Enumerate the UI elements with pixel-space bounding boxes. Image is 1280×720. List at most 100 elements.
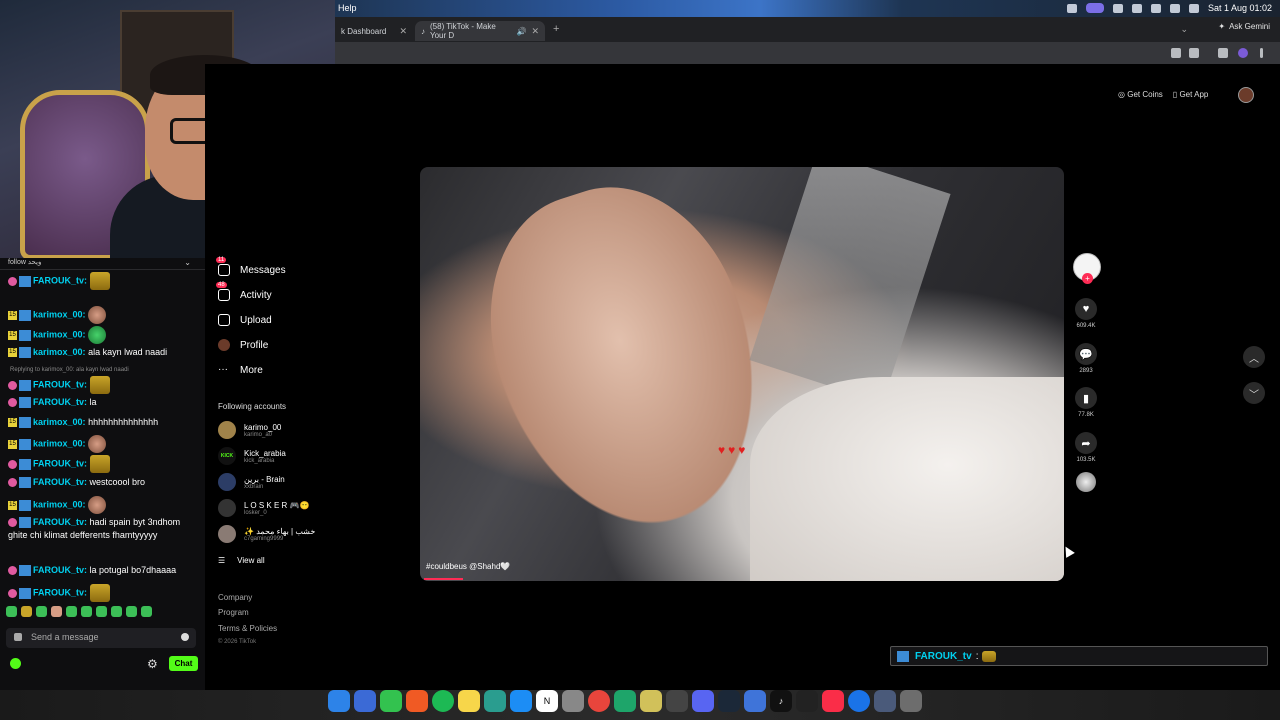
kick-icon[interactable]: [10, 658, 21, 669]
profile-avatar[interactable]: [1238, 87, 1254, 103]
chrome-icon[interactable]: [588, 690, 610, 712]
reply-context: Replying to karimox_00: ala kayn lwad na…: [10, 367, 129, 373]
comment-button[interactable]: 💬 2893: [1074, 343, 1098, 374]
finder-icon[interactable]: [328, 690, 350, 712]
help-menu[interactable]: Help: [338, 3, 357, 13]
chat-message: 15 karimox_00: hhhhhhhhhhhhhh: [8, 417, 159, 429]
close-tab-icon[interactable]: ✕: [399, 26, 407, 37]
share-button[interactable]: ➦ 103.5K: [1074, 432, 1098, 463]
trash-icon[interactable]: [900, 690, 922, 712]
follow-plus-icon[interactable]: +: [1082, 273, 1093, 284]
footer-link[interactable]: Company: [218, 593, 252, 602]
capcut-icon[interactable]: [796, 690, 818, 712]
tiktok-app-icon[interactable]: ♪: [770, 690, 792, 712]
tab-dashboard[interactable]: k Dashboard ✕: [335, 21, 413, 41]
footer-link[interactable]: Terms & Policies: [218, 624, 277, 633]
footer-link[interactable]: Program: [218, 608, 249, 617]
brave-icon[interactable]: [406, 690, 428, 712]
chat-button[interactable]: Chat: [169, 656, 198, 671]
previous-video-button[interactable]: ︿: [1243, 346, 1265, 368]
davinci-icon[interactable]: [874, 690, 896, 712]
audio-icon[interactable]: 🔊: [516, 27, 526, 36]
get-app-button[interactable]: ▯ Get App: [1173, 90, 1209, 99]
chat-message: FAROUK_tv:: [8, 272, 198, 290]
sidebar-item-upload[interactable]: Upload: [218, 314, 272, 326]
video-player[interactable]: ♥♥♥ #couldbeus @Shahd🤍: [420, 167, 1064, 581]
chat-message: 15 karimox_00:: [8, 306, 198, 324]
dock: N ♪: [0, 690, 1280, 720]
notion-icon[interactable]: N: [536, 690, 558, 712]
comment-icon: 💬: [1075, 343, 1097, 365]
archive-icon[interactable]: [640, 690, 662, 712]
search-icon[interactable]: [1169, 3, 1180, 13]
music-app-icon[interactable]: [822, 690, 844, 712]
system-settings-icon[interactable]: [562, 690, 584, 712]
chevron-down-icon[interactable]: ⌄: [184, 258, 191, 267]
tab-list-icon[interactable]: ⌄: [1180, 24, 1188, 35]
video-progress[interactable]: [424, 578, 463, 580]
bookmark-star-icon[interactable]: [1189, 48, 1199, 58]
profile-icon[interactable]: [1238, 48, 1248, 58]
following-account[interactable]: karimo_00 karimo_a0: [218, 421, 281, 439]
save-button[interactable]: ▮ 77.8K: [1074, 387, 1098, 418]
following-heading: Following accounts: [218, 402, 287, 411]
avatar: [218, 473, 236, 491]
next-video-button[interactable]: ﹀: [1243, 382, 1265, 404]
chat-message: 15 karimox_00:: [8, 326, 198, 344]
gear-icon[interactable]: ⚙: [147, 657, 158, 671]
emoji-icon[interactable]: [181, 633, 189, 641]
header-actions: ◎ Get Coins ▯ Get App: [1118, 86, 1208, 102]
messages-app-icon[interactable]: [380, 690, 402, 712]
notes-icon[interactable]: [458, 690, 480, 712]
following-account[interactable]: L O S K E R 🎮😶 losker_0: [218, 499, 309, 517]
chatgpt-icon[interactable]: [666, 690, 688, 712]
ask-gemini-button[interactable]: ✦ Ask Gemini: [1218, 22, 1270, 31]
chat-message: 15 karimox_00:: [8, 496, 198, 514]
sidebar-item-profile[interactable]: Profile: [218, 339, 268, 351]
tab-tiktok[interactable]: ♪ (58) TikTok - Make Your D 🔊 ✕: [415, 21, 545, 41]
sidebar-item-more[interactable]: ··· More: [218, 364, 263, 376]
emote-bar[interactable]: [6, 606, 152, 617]
creator-avatar[interactable]: +: [1073, 253, 1101, 284]
like-button[interactable]: ♥ 609.4K: [1074, 298, 1098, 329]
messages-icon: 11: [216, 257, 230, 276]
more-menu-icon[interactable]: [1260, 48, 1263, 58]
list-icon: ☰: [218, 556, 226, 565]
chat-message: FAROUK_tv:: [8, 376, 198, 394]
new-tab-icon[interactable]: +: [553, 23, 559, 35]
video-caption[interactable]: #couldbeus @Shahd🤍: [426, 562, 510, 571]
view-all-link[interactable]: ☰ View all: [218, 556, 265, 565]
sidebar-item-activity[interactable]: 48 Activity: [216, 282, 272, 301]
following-account[interactable]: KICK Kick_arabia kick_arabia: [218, 447, 286, 465]
following-account[interactable]: ✨ خشب | بهاء محمد c7gaming9999: [218, 525, 315, 543]
sidebar-item-messages[interactable]: 11 Messages: [216, 257, 286, 276]
safari-icon[interactable]: [848, 690, 870, 712]
emote-icon: [88, 326, 107, 344]
control-center-icon[interactable]: [1188, 3, 1199, 13]
get-coins-button[interactable]: ◎ Get Coins: [1118, 90, 1163, 99]
music-disc-icon[interactable]: [1076, 472, 1096, 492]
stream-chat: follow ویحد ⌄ FAROUK_tv: 15 karimox_00: 1…: [0, 258, 205, 690]
spotify-icon[interactable]: [432, 690, 454, 712]
wifi-icon[interactable]: [1150, 3, 1161, 13]
play-icon[interactable]: [1112, 3, 1123, 13]
avatar: [218, 421, 236, 439]
steam-icon[interactable]: [718, 690, 740, 712]
app-icon[interactable]: [744, 690, 766, 712]
close-tab-icon[interactable]: ✕: [531, 26, 539, 37]
whatsapp-icon[interactable]: [614, 690, 636, 712]
following-account[interactable]: برين - Brain xxbrain: [218, 473, 285, 491]
text-icon[interactable]: [1131, 3, 1142, 13]
message-input[interactable]: Send a message: [6, 628, 196, 648]
clock[interactable]: Sat 1 Aug 01:02: [1208, 3, 1272, 13]
avatar: [218, 499, 236, 517]
install-icon[interactable]: [1171, 48, 1181, 58]
freeform-icon[interactable]: [484, 690, 506, 712]
battery-icon[interactable]: [1066, 3, 1077, 13]
app-store-icon[interactable]: [510, 690, 532, 712]
input-source-icon[interactable]: [1085, 3, 1104, 13]
chat-controls: ⚙ Chat: [0, 656, 205, 676]
media-control-icon[interactable]: [1218, 48, 1228, 58]
launchpad-icon[interactable]: [354, 690, 376, 712]
discord-icon[interactable]: [692, 690, 714, 712]
